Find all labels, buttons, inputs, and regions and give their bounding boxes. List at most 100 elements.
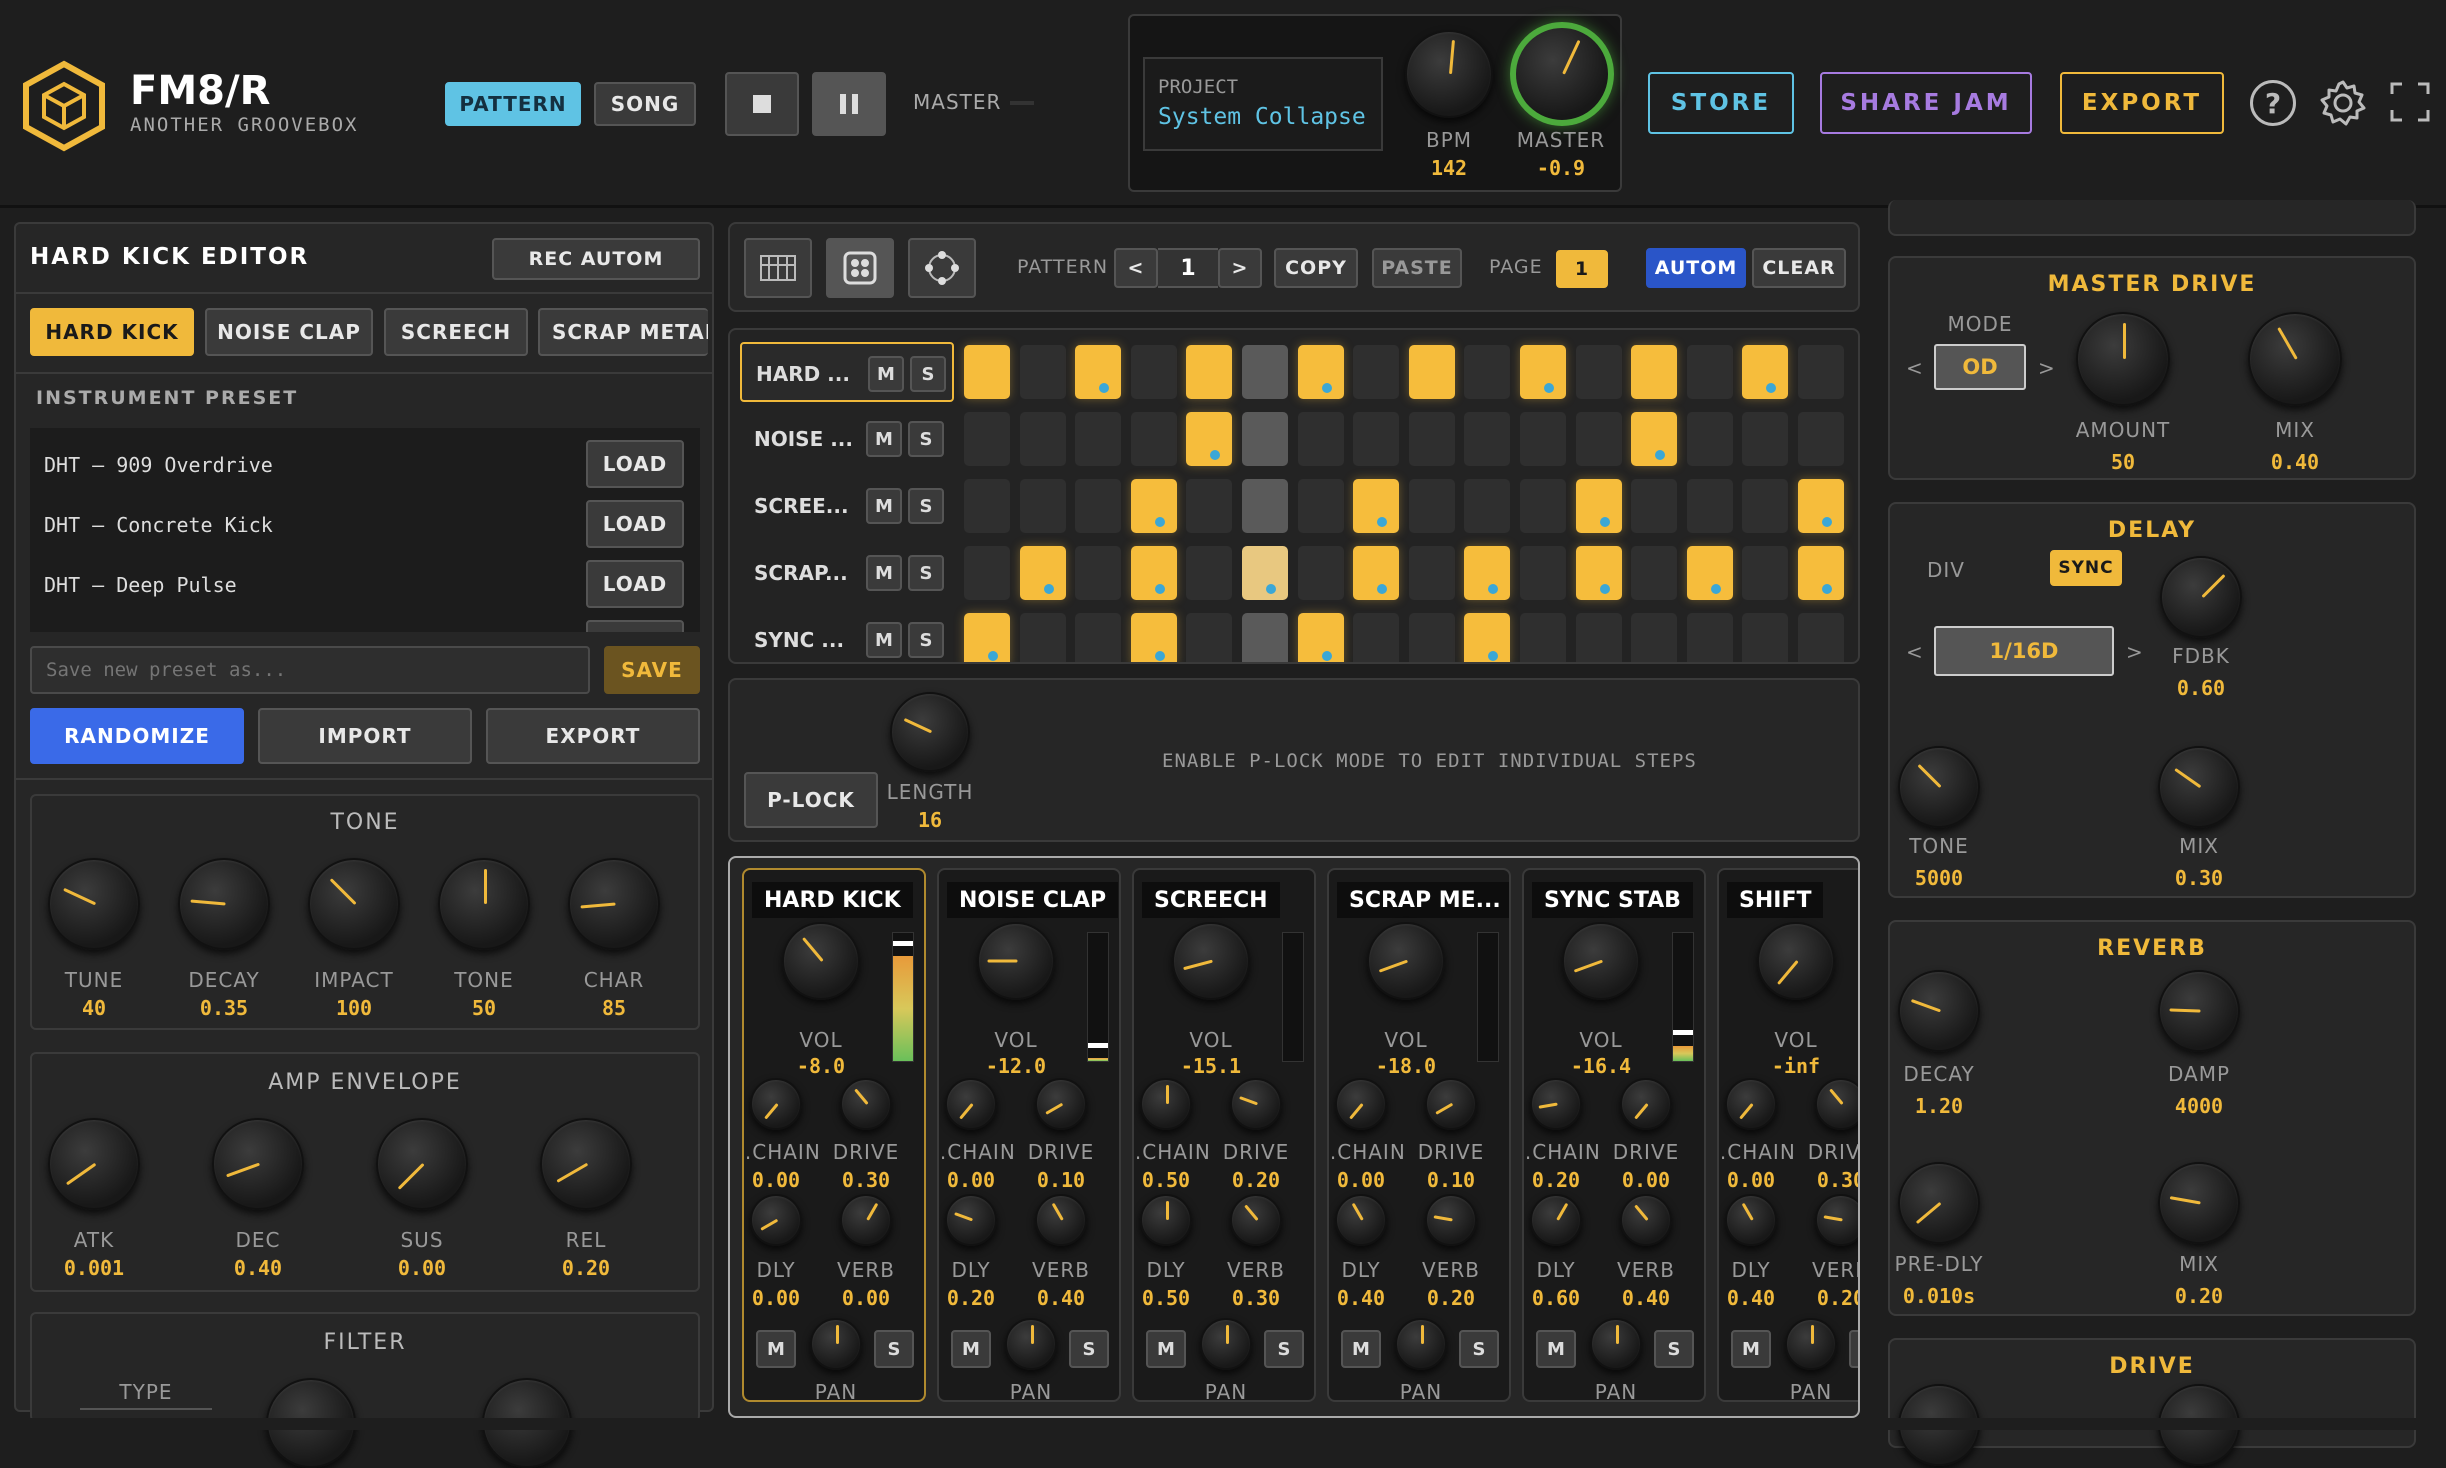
track-solo-button[interactable]: S	[908, 622, 944, 658]
euclid-view-button[interactable]	[908, 238, 976, 298]
step-cell[interactable]	[1297, 546, 1344, 600]
step-cell[interactable]	[1464, 613, 1511, 662]
channel-solo-button[interactable]: S	[874, 1330, 914, 1368]
delay-sync-button[interactable]: SYNC	[2050, 550, 2122, 586]
step-cell[interactable]	[1686, 613, 1733, 662]
step-cell[interactable]	[1575, 345, 1622, 399]
step-cell[interactable]	[1242, 546, 1288, 600]
step-cell[interactable]	[1130, 479, 1177, 533]
step-cell[interactable]	[1353, 546, 1400, 600]
pattern-prev-button[interactable]: <	[1114, 248, 1158, 288]
step-cell[interactable]	[1130, 546, 1177, 600]
step-cell[interactable]	[1575, 479, 1622, 533]
delay-mix-knob[interactable]	[2158, 746, 2240, 828]
randomize-button[interactable]: RANDOMIZE	[30, 708, 244, 764]
channel-volume-knob[interactable]	[977, 922, 1055, 1000]
step-cell[interactable]	[1742, 546, 1789, 600]
channel-pan-knob[interactable]	[1200, 1318, 1252, 1370]
step-cell[interactable]	[964, 345, 1010, 399]
reverb-predly-knob[interactable]	[1898, 1162, 1980, 1244]
step-cell[interactable]	[1686, 479, 1733, 533]
track-header[interactable]: SYNC ... M S	[740, 610, 954, 662]
step-cell[interactable]	[1798, 479, 1844, 533]
step-cell[interactable]	[1742, 412, 1789, 466]
track-header[interactable]: HARD ... M S	[740, 342, 954, 402]
drive-mode-select[interactable]: OD	[1934, 344, 2026, 390]
reverb-mix-knob[interactable]	[2158, 1162, 2240, 1244]
step-cell[interactable]	[1019, 613, 1066, 662]
channel-solo-button[interactable]: S	[1654, 1330, 1694, 1368]
step-cell[interactable]	[964, 613, 1010, 662]
tone-knob-impact[interactable]	[308, 858, 400, 950]
track-solo-button[interactable]: S	[908, 421, 944, 457]
plock-button[interactable]: P-LOCK	[744, 772, 878, 828]
preset-export-button[interactable]: EXPORT	[486, 708, 700, 764]
reverb-damp-knob[interactable]	[2158, 970, 2240, 1052]
step-cell[interactable]	[1130, 412, 1177, 466]
step-cell[interactable]	[1686, 546, 1733, 600]
help-icon[interactable]: ?	[2250, 80, 2296, 126]
step-cell[interactable]	[1242, 412, 1288, 466]
copy-pattern-button[interactable]: COPY	[1274, 248, 1358, 288]
delay-div-select[interactable]: 1/16D	[1934, 626, 2114, 676]
channel-sidechain-knob[interactable]	[1530, 1078, 1582, 1130]
step-cell[interactable]	[1019, 546, 1066, 600]
delay-div-prev-arrow[interactable]: <	[1906, 640, 1924, 664]
step-cell[interactable]	[1686, 412, 1733, 466]
delay-div-next-arrow[interactable]: >	[2126, 640, 2144, 664]
step-cell[interactable]	[1186, 613, 1233, 662]
tone-knob-tune[interactable]	[48, 858, 140, 950]
channel-delay-send-knob[interactable]	[1725, 1194, 1777, 1246]
channel-pan-knob[interactable]	[1395, 1318, 1447, 1370]
step-cell[interactable]	[1075, 412, 1122, 466]
rec-autom-button[interactable]: REC AUTOM	[492, 238, 700, 280]
channel-drive-knob[interactable]	[1815, 1078, 1858, 1130]
stop-button[interactable]	[725, 72, 799, 136]
step-cell[interactable]	[1631, 479, 1678, 533]
step-cell[interactable]	[1464, 546, 1511, 600]
step-cell[interactable]	[1464, 412, 1511, 466]
step-cell[interactable]	[1186, 345, 1233, 399]
step-cell[interactable]	[1408, 613, 1455, 662]
step-cell[interactable]	[1019, 412, 1066, 466]
step-cell[interactable]	[1798, 546, 1844, 600]
track-header[interactable]: SCRAP... M S	[740, 543, 954, 603]
channel-delay-send-knob[interactable]	[1140, 1194, 1192, 1246]
step-cell[interactable]	[1464, 345, 1511, 399]
step-cell[interactable]	[1297, 613, 1344, 662]
channel-drive-knob[interactable]	[840, 1078, 892, 1130]
step-cell[interactable]	[1186, 479, 1233, 533]
amp-knob-rel[interactable]	[540, 1118, 632, 1210]
track-mute-button[interactable]: M	[866, 555, 902, 591]
step-cell[interactable]	[1242, 479, 1288, 533]
channel-solo-button[interactable]: S	[1069, 1330, 1109, 1368]
pattern-mode-button[interactable]: PATTERN	[445, 82, 581, 126]
channel-reverb-send-knob[interactable]	[1815, 1194, 1858, 1246]
track-solo-button[interactable]: S	[908, 488, 944, 524]
tab-screech[interactable]: SCREECH	[384, 308, 528, 356]
save-preset-input[interactable]	[30, 646, 590, 694]
tone-knob-decay[interactable]	[178, 858, 270, 950]
step-cell[interactable]	[1686, 345, 1733, 399]
channel-reverb-send-knob[interactable]	[1620, 1194, 1672, 1246]
page-number-button[interactable]: 1	[1556, 250, 1608, 288]
channel-reverb-send-knob[interactable]	[840, 1194, 892, 1246]
step-cell[interactable]	[964, 546, 1010, 600]
step-cell[interactable]	[1186, 546, 1233, 600]
channel-mute-button[interactable]: M	[1146, 1330, 1186, 1368]
channel-drive-knob[interactable]	[1230, 1078, 1282, 1130]
settings-gear-icon[interactable]	[2318, 78, 2368, 128]
step-cell[interactable]	[1297, 345, 1344, 399]
track-header[interactable]: NOISE ... M S	[740, 409, 954, 469]
load-preset-button[interactable]: LOAD	[586, 560, 684, 608]
step-cell[interactable]	[1798, 613, 1844, 662]
step-cell[interactable]	[1019, 345, 1066, 399]
step-cell[interactable]	[1742, 345, 1789, 399]
fullscreen-icon[interactable]	[2390, 82, 2430, 122]
step-cell[interactable]	[1408, 546, 1455, 600]
step-cell[interactable]	[1130, 345, 1177, 399]
step-cell[interactable]	[1798, 412, 1844, 466]
channel-solo-button[interactable]: S	[1264, 1330, 1304, 1368]
step-cell[interactable]	[1019, 479, 1066, 533]
channel-delay-send-knob[interactable]	[1335, 1194, 1387, 1246]
